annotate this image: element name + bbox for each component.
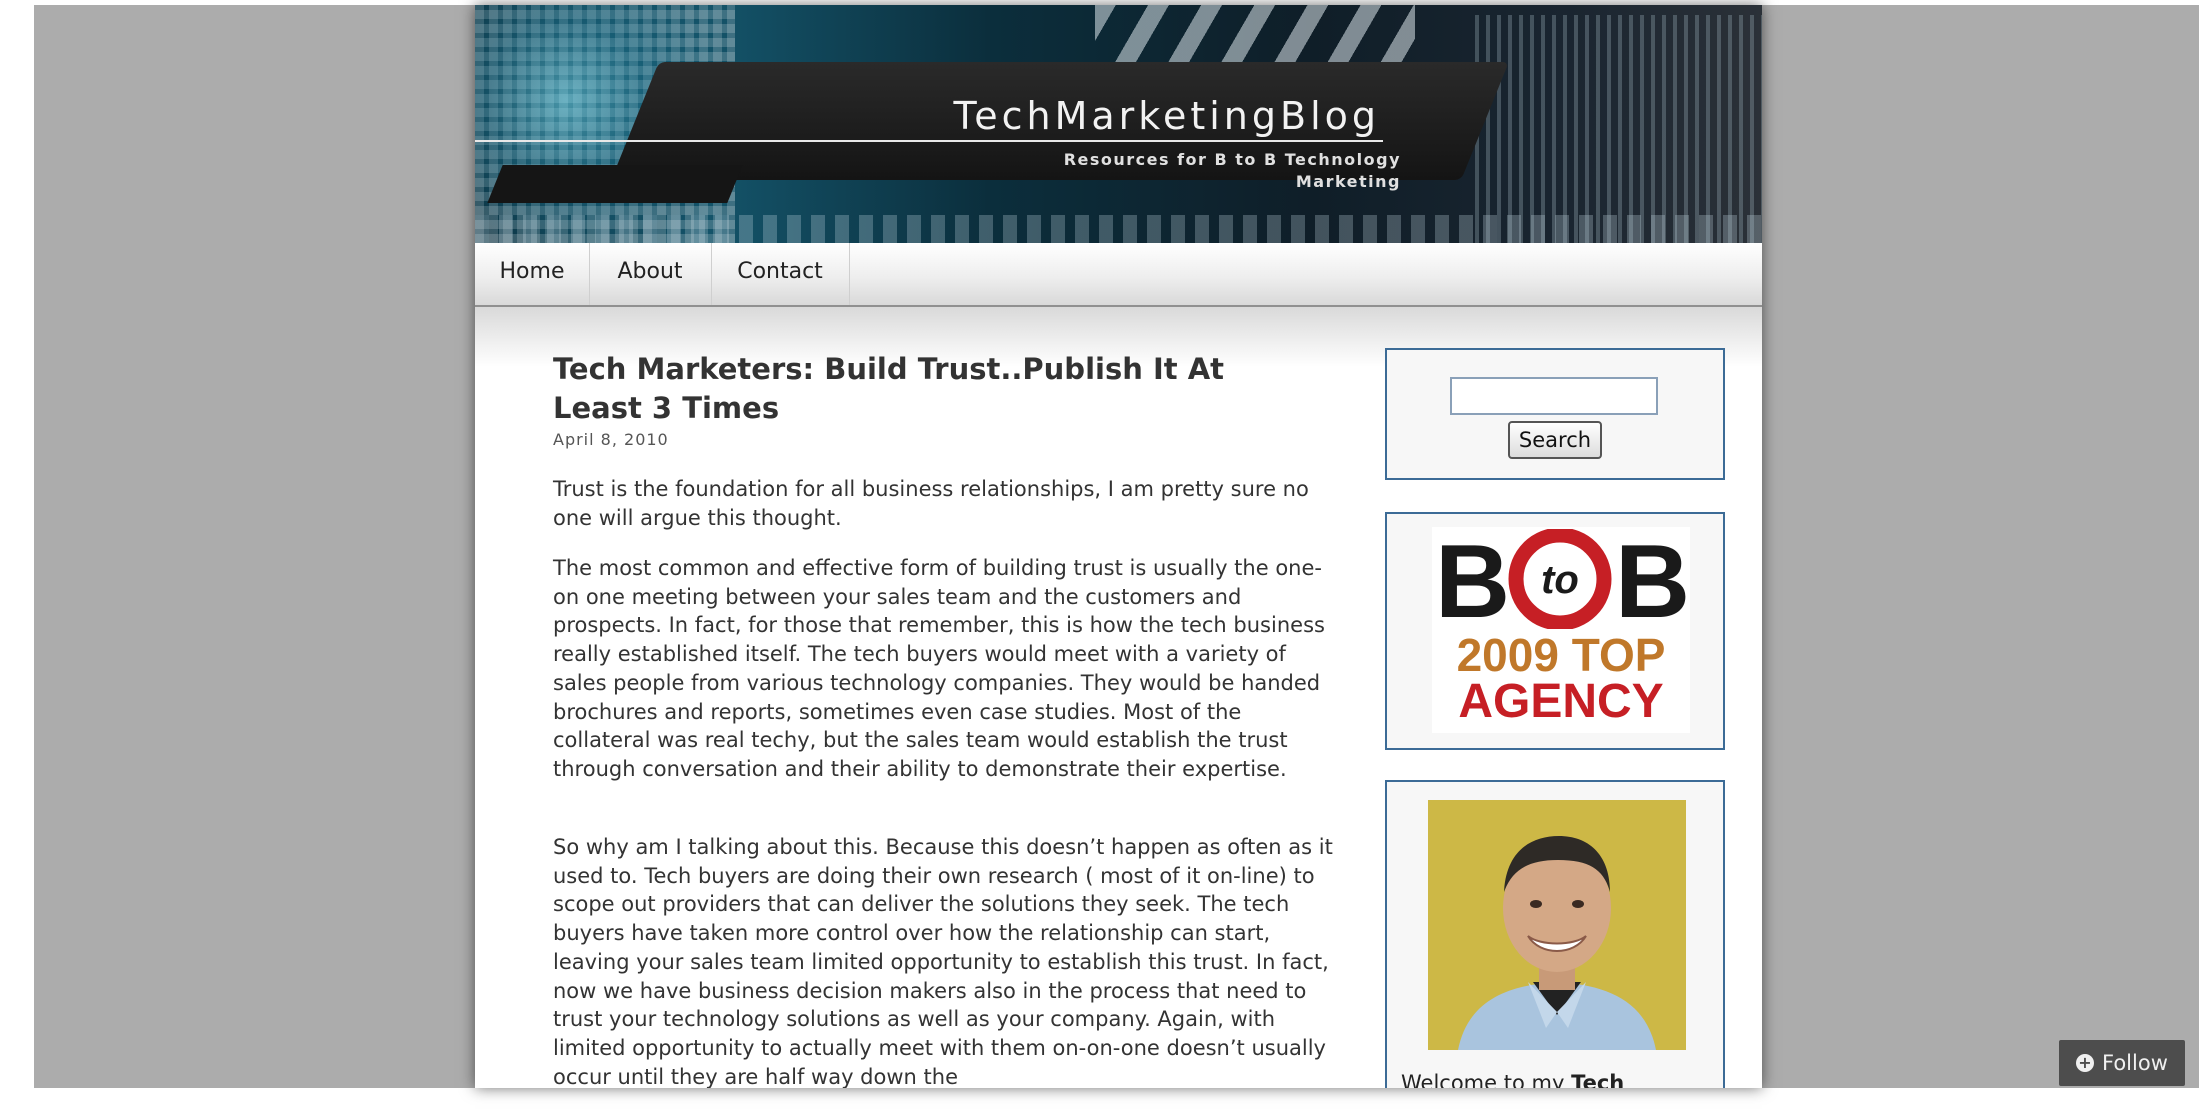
badge-tag-line: AGENCY <box>1458 675 1664 728</box>
nav-item-contact[interactable]: Contact <box>711 243 850 305</box>
follow-button[interactable]: + Follow <box>2059 1040 2185 1086</box>
plus-circle-icon: + <box>2076 1053 2094 1072</box>
badge-year-line: 2009 TOP <box>1456 629 1666 681</box>
site-tagline: Resources for B to B Technology Marketin… <box>1063 150 1401 191</box>
post-paragraph: Trust is the foundation for all business… <box>553 477 1309 530</box>
search-button[interactable]: Search <box>1508 421 1602 459</box>
author-photo <box>1428 800 1686 1050</box>
header-title-rule <box>475 140 1383 142</box>
welcome-bold: Tech <box>1571 1071 1625 1088</box>
welcome-prefix: Welcome to my <box>1401 1071 1572 1088</box>
blog-page: TechMarketingBlog Resources for B to B T… <box>475 5 1762 1088</box>
welcome-text: Welcome to my Tech <box>1401 1071 1721 1088</box>
header-title-panel-tab <box>487 165 743 203</box>
main-nav: Home About Contact <box>475 243 1762 307</box>
profile-widget: Welcome to my Tech <box>1385 780 1725 1088</box>
post-paragraph: So why am I talking about this. Because … <box>553 835 1333 1088</box>
nav-item-home[interactable]: Home <box>475 243 590 305</box>
follow-label: Follow <box>2102 1051 2168 1075</box>
site-title[interactable]: TechMarketingBlog <box>900 93 1380 139</box>
author-portrait-illustration <box>1428 800 1686 1050</box>
btob-logo: B to B <box>1435 529 1690 629</box>
badge-circle-text: to <box>1541 558 1579 602</box>
post-title[interactable]: Tech Marketers: Build Trust..Publish It … <box>553 350 1253 428</box>
badge-letter-right: B <box>1615 529 1690 629</box>
badge-letter-left: B <box>1435 529 1510 629</box>
post-date: April 8, 2010 <box>553 430 669 449</box>
header-stripes-graphic <box>1095 5 1415 65</box>
nav-item-about[interactable]: About <box>589 243 712 305</box>
search-widget: Search <box>1385 348 1725 480</box>
site-header: TechMarketingBlog Resources for B to B T… <box>475 5 1762 243</box>
post-paragraph: The most common and effective form of bu… <box>553 556 1325 781</box>
btob-top-agency-badge[interactable]: B to B 2009 TOP AGENCY <box>1432 527 1690 733</box>
header-binary-graphic <box>475 215 1762 243</box>
award-badge-widget: B to B 2009 TOP AGENCY <box>1385 512 1725 750</box>
header-bars-graphic <box>1475 15 1762 243</box>
search-input[interactable] <box>1450 377 1658 415</box>
